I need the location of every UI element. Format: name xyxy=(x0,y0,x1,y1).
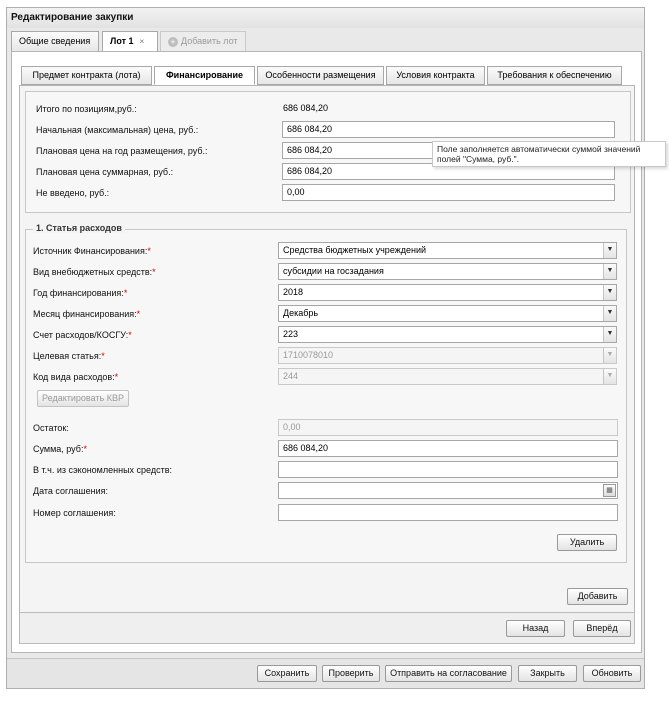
not-entered-label: Не введено, руб.: xyxy=(36,188,110,198)
sum-field[interactable]: 686 084,20 xyxy=(278,440,618,457)
target-article-value: 1710078010 xyxy=(283,350,334,360)
remainder-label: Остаток: xyxy=(33,423,69,433)
agreement-number-label: Номер соглашения: xyxy=(33,508,116,518)
check-button[interactable]: Проверить xyxy=(322,665,380,682)
initial-price-field[interactable]: 686 084,20 xyxy=(282,121,615,138)
auto-fill-tooltip: Поле заполняется автоматически суммой зн… xyxy=(432,141,666,167)
tab-contract-terms[interactable]: Условия контракта xyxy=(386,66,485,85)
window-title: Редактирование закупки xyxy=(7,8,644,28)
agreement-number-field[interactable] xyxy=(278,504,618,521)
chevron-down-icon[interactable]: ▼ xyxy=(603,327,616,342)
add-expense-button[interactable]: Добавить xyxy=(567,588,628,605)
tab-general-info[interactable]: Общие сведения xyxy=(11,31,99,51)
edit-kvr-button[interactable]: Редактировать КВР xyxy=(37,390,129,407)
chevron-down-icon[interactable]: ▼ xyxy=(603,243,616,258)
expense-kind-code-label: Код вида расходов:* xyxy=(33,372,118,382)
back-button[interactable]: Назад xyxy=(506,620,565,637)
refresh-button[interactable]: Обновить xyxy=(583,665,641,682)
chevron-down-icon: ▼ xyxy=(603,348,616,363)
funding-year-select[interactable]: 2018 ▼ xyxy=(278,284,617,301)
expense-account-value: 223 xyxy=(283,329,299,339)
target-article-select: 1710078010 ▼ xyxy=(278,347,617,364)
chevron-down-icon[interactable]: ▼ xyxy=(603,285,616,300)
expense-kind-code-label-text: Код вида расходов: xyxy=(33,372,115,382)
tab-placement-features-label: Особенности размещения xyxy=(265,70,376,80)
target-article-label: Целевая статья:* xyxy=(33,351,105,361)
tab-placement-features[interactable]: Особенности размещения xyxy=(257,66,384,85)
offbudget-type-label-text: Вид внебюджетных средств: xyxy=(33,267,153,277)
expense-account-label: Счет расходов/КОСГУ:* xyxy=(33,330,132,340)
tab-add-lot[interactable]: + Добавить лот xyxy=(160,31,246,51)
offbudget-type-select[interactable]: субсидии на госзадания ▼ xyxy=(278,263,617,280)
items-total-label: Итого по позициям,руб.: xyxy=(36,104,137,114)
funding-year-label-text: Год финансирования: xyxy=(33,288,124,298)
required-mark: * xyxy=(147,246,151,256)
tab-general-info-label: Общие сведения xyxy=(19,36,91,46)
savings-field[interactable] xyxy=(278,461,618,478)
tab-financing[interactable]: Финансирование xyxy=(154,66,255,85)
required-mark: * xyxy=(83,444,87,454)
funding-month-label: Месяц финансирования:* xyxy=(33,309,140,319)
items-total-value: 686 084,20 xyxy=(283,103,329,113)
initial-price-label: Начальная (максимальная) цена, руб.: xyxy=(36,125,199,135)
financing-tab-body: Итого по позициям,руб.: 686 084,20 Начал… xyxy=(19,85,635,639)
planned-year-price-label: Плановая цена на год размещения, руб.: xyxy=(36,146,208,156)
tab-contract-terms-label: Условия контракта xyxy=(396,70,475,80)
remainder-field: 0,00 xyxy=(278,419,618,436)
expense-account-select[interactable]: 223 ▼ xyxy=(278,326,617,343)
agreement-date-label: Дата соглашения: xyxy=(33,486,108,496)
required-mark: * xyxy=(152,267,156,277)
close-button[interactable]: Закрыть xyxy=(518,665,577,682)
expense-kind-code-value: 244 xyxy=(283,371,299,381)
target-article-label-text: Целевая статья: xyxy=(33,351,102,361)
chevron-down-icon[interactable]: ▼ xyxy=(603,264,616,279)
tab-security-requirements[interactable]: Требования к обеспечению xyxy=(487,66,622,85)
funding-month-select[interactable]: Декабрь ▼ xyxy=(278,305,617,322)
edit-purchase-window: Редактирование закупки Общие сведения Ло… xyxy=(6,7,645,689)
sum-label-text: Сумма, руб: xyxy=(33,444,84,454)
expense-kind-code-select: 244 ▼ xyxy=(278,368,617,385)
required-mark: * xyxy=(123,288,128,298)
required-mark: * xyxy=(101,351,105,361)
required-mark: * xyxy=(128,330,132,340)
delete-expense-button[interactable]: Удалить xyxy=(557,534,617,551)
offbudget-type-label: Вид внебюджетных средств:* xyxy=(33,267,156,277)
not-entered-field[interactable]: 0,00 xyxy=(282,184,615,201)
expense-account-label-text: Счет расходов/КОСГУ: xyxy=(33,330,129,340)
calendar-icon[interactable]: ▦ xyxy=(603,484,616,497)
forward-button[interactable]: Вперёд xyxy=(573,620,631,637)
required-mark: * xyxy=(114,372,119,382)
expense-item-section: 1. Статья расходов Источник Финансирован… xyxy=(25,223,627,563)
send-for-approval-button[interactable]: Отправить на согласование xyxy=(385,665,512,682)
planned-total-price-label: Плановая цена суммарная, руб.: xyxy=(36,167,174,177)
funding-year-label: Год финансирования:* xyxy=(33,288,127,298)
chevron-down-icon: ▼ xyxy=(603,369,616,384)
bottom-toolbar: Сохранить Проверить Отправить на согласо… xyxy=(7,658,644,688)
sum-label: Сумма, руб:* xyxy=(33,444,87,454)
tab-contract-subject-label: Предмет контракта (лота) xyxy=(32,70,141,80)
funding-source-select[interactable]: Средства бюджетных учреждений ▼ xyxy=(278,242,617,259)
funding-source-label: Источник Финансирования:* xyxy=(33,246,151,256)
add-icon: + xyxy=(168,37,178,47)
funding-source-value: Средства бюджетных учреждений xyxy=(283,245,427,255)
close-icon[interactable]: × xyxy=(140,33,145,51)
wizard-nav-bar: Назад Вперёд xyxy=(19,612,635,644)
tab-security-requirements-label: Требования к обеспечению xyxy=(497,70,612,80)
tab-lot-1[interactable]: Лот 1 × xyxy=(102,31,158,52)
required-mark: * xyxy=(136,309,141,319)
funding-year-value: 2018 xyxy=(283,287,304,297)
agreement-date-field[interactable]: ▦ xyxy=(278,482,618,499)
tab-add-lot-label: Добавить лот xyxy=(181,36,238,46)
chevron-down-icon[interactable]: ▼ xyxy=(603,306,616,321)
save-button[interactable]: Сохранить xyxy=(257,665,317,682)
tab-financing-label: Финансирование xyxy=(165,70,244,80)
funding-month-label-text: Месяц финансирования: xyxy=(33,309,137,319)
tab-lot-1-label: Лот 1 xyxy=(110,36,134,46)
tab-contract-subject[interactable]: Предмет контракта (лота) xyxy=(21,66,152,85)
funding-month-value: Декабрь xyxy=(283,308,319,318)
savings-label: В т.ч. из сэкономленных средств: xyxy=(33,465,173,475)
funding-source-label-text: Источник Финансирования: xyxy=(33,246,148,256)
offbudget-type-value: субсидии на госзадания xyxy=(283,266,384,276)
expense-item-legend: 1. Статья расходов xyxy=(33,223,125,233)
